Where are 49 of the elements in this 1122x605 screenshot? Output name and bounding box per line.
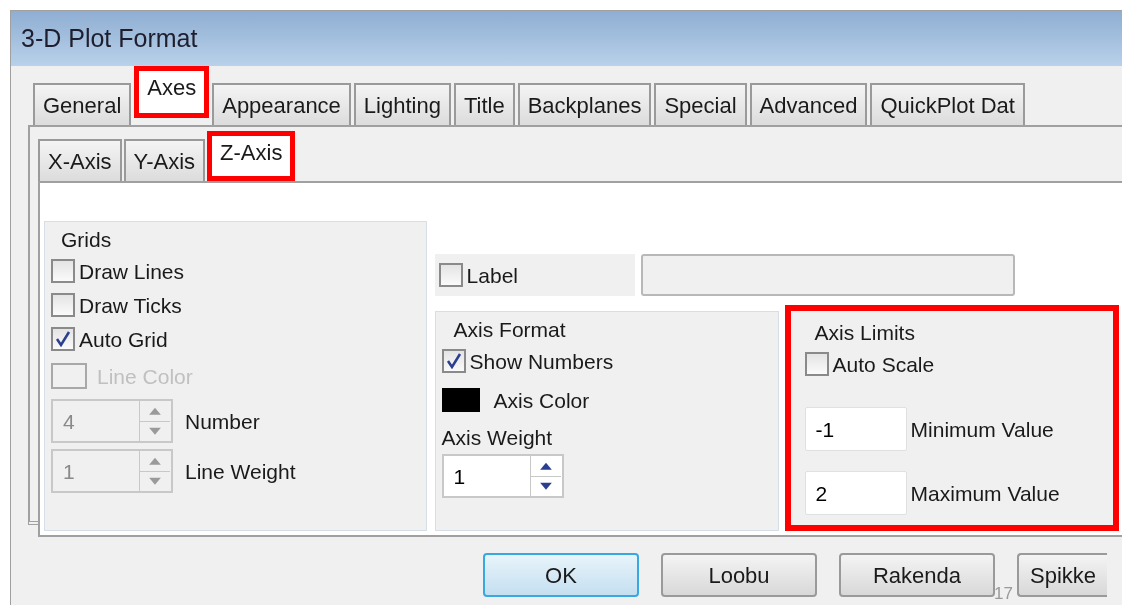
group-title: Axis Limits (813, 320, 916, 347)
group-title: Grids (60, 227, 113, 254)
group-title: Axis Format (452, 317, 567, 344)
checkbox[interactable] (51, 293, 75, 318)
tab[interactable]: Axes (134, 65, 210, 118)
checkmark-icon (445, 353, 462, 370)
axis-color-label: Axis Color (493, 387, 590, 414)
tab[interactable]: Title (453, 83, 515, 126)
checkbox[interactable] (441, 349, 466, 374)
checkbox-label: Label (466, 262, 518, 289)
field-value: 1 (452, 463, 467, 490)
label-text-field[interactable] (640, 254, 1015, 297)
tab[interactable]: Advanced (749, 83, 868, 126)
checkbox[interactable] (51, 327, 75, 352)
checkbox[interactable] (804, 352, 829, 377)
tab[interactable]: General (33, 83, 132, 126)
limit-label: Maximum Value (910, 480, 1060, 507)
checkbox[interactable] (51, 259, 75, 284)
checkbox-label: Auto Scale (832, 351, 935, 378)
checkbox-label: Auto Grid (79, 326, 168, 353)
field-value: 4 (62, 408, 76, 435)
dialog-button[interactable]: OK (483, 553, 639, 598)
limit-input-field[interactable]: -1 (804, 407, 907, 452)
dialog-button[interactable]: Spikke (1017, 553, 1107, 598)
page-number: 17 (994, 584, 1013, 603)
checkbox-label: Draw Ticks (79, 292, 182, 319)
tab[interactable]: Appearance (212, 83, 351, 126)
window-title: 3-D Plot Format (21, 22, 198, 54)
tab[interactable]: Lighting (353, 83, 451, 126)
checkbox-label: Show Numbers (469, 348, 614, 375)
spinner-label: Number (185, 408, 260, 435)
axis-weight-label: Axis Weight (441, 425, 554, 452)
checkbox[interactable] (438, 263, 463, 288)
color-swatch[interactable] (441, 388, 480, 413)
dialog-button[interactable]: Rakenda (839, 553, 995, 598)
tab[interactable]: Z-Axis (207, 131, 296, 182)
spinner-field[interactable]: 1 (441, 454, 564, 499)
field-value: 1 (62, 458, 76, 485)
dialog-button[interactable]: Loobu (661, 553, 817, 598)
limit-label: Minimum Value (910, 416, 1054, 443)
tab[interactable]: Y-Axis (123, 139, 206, 182)
checkbox-label: Draw Lines (79, 258, 185, 285)
spinner-label: Line Weight (185, 458, 296, 485)
tab[interactable]: X-Axis (38, 139, 122, 182)
checkmark-icon (55, 331, 71, 348)
tab[interactable]: Special (654, 83, 747, 126)
tab[interactable]: QuickPlot Dat (870, 83, 1025, 126)
tab[interactable]: Backplanes (517, 83, 652, 126)
limit-input-field[interactable]: 2 (804, 471, 907, 516)
